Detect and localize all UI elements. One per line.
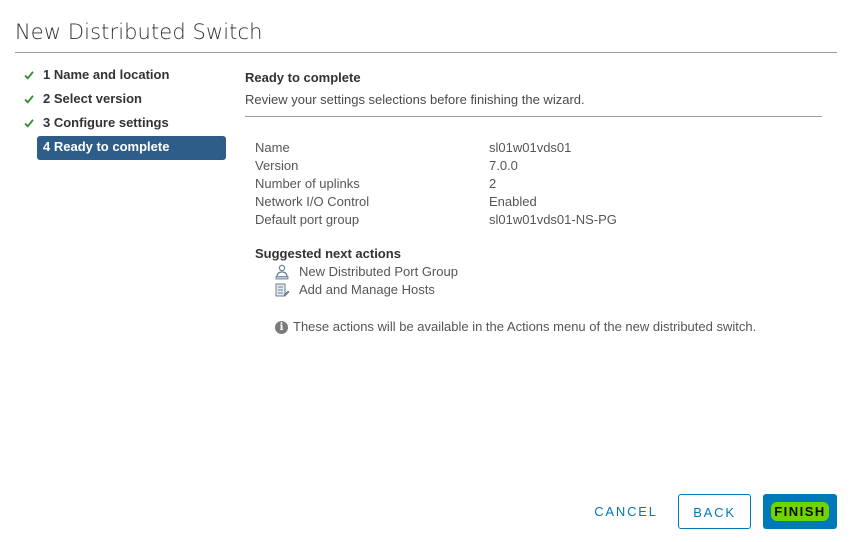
step-label: 2 Select version [43,91,142,106]
summary-value: 2 [489,176,497,191]
info-icon: i [275,320,288,334]
summary-row: Network I/O Control Enabled [255,193,823,211]
summary-key: Default port group [255,212,360,227]
step-label: 3 Configure settings [43,115,169,130]
info-note: i These actions will be available in the… [275,318,823,336]
check-icon [24,95,34,104]
step-ready-to-complete[interactable]: 4 Ready to complete [37,136,226,160]
action-add-and-manage-hosts[interactable]: Add and Manage Hosts [273,281,823,299]
check-icon [24,71,34,80]
section-description: Review your settings selections before f… [245,92,585,107]
finish-button[interactable]: FINISH [763,494,837,529]
cancel-button[interactable]: CANCEL [588,494,664,529]
port-group-icon [273,263,291,281]
new-distributed-switch-dialog: New Distributed Switch 1 Name and locati… [0,0,852,542]
section-title: Ready to complete [245,70,361,85]
step-name-and-location[interactable]: 1 Name and location [15,64,230,88]
action-new-distributed-port-group[interactable]: New Distributed Port Group [273,263,823,281]
summary-key: Name [255,140,290,155]
summary-row: Number of uplinks 2 [255,175,823,193]
summary-row: Default port group sl01w01vds01-NS-PG [255,211,823,229]
summary-value: sl01w01vds01 [489,140,572,155]
action-label: New Distributed Port Group [299,264,458,279]
manage-hosts-icon [273,281,291,299]
check-icon [24,119,34,128]
summary-value: Enabled [489,194,537,209]
back-button[interactable]: BACK [678,494,751,529]
suggested-next-actions-title: Suggested next actions [255,246,401,261]
info-note-text: These actions will be available in the A… [293,319,757,334]
finish-button-label: FINISH [771,502,829,521]
summary-row: Name sl01w01vds01 [255,139,823,157]
summary-key: Number of uplinks [255,176,360,191]
summary-value: sl01w01vds01-NS-PG [489,212,617,227]
settings-summary: Name sl01w01vds01 Version 7.0.0 Number o… [255,139,823,229]
summary-value: 7.0.0 [489,158,518,173]
wizard-steps: 1 Name and location 2 Select version 3 C… [15,64,230,160]
step-label: 4 Ready to complete [43,139,170,154]
section-divider [245,116,822,117]
summary-key: Version [255,158,299,173]
title-divider [15,52,837,53]
summary-key: Network I/O Control [255,194,370,209]
action-label: Add and Manage Hosts [299,282,435,297]
step-configure-settings[interactable]: 3 Configure settings [15,112,230,136]
summary-row: Version 7.0.0 [255,157,823,175]
step-select-version[interactable]: 2 Select version [15,88,230,112]
dialog-title: New Distributed Switch [15,20,263,44]
step-label: 1 Name and location [43,67,170,82]
main-panel: Ready to complete Review your settings s… [245,69,823,336]
